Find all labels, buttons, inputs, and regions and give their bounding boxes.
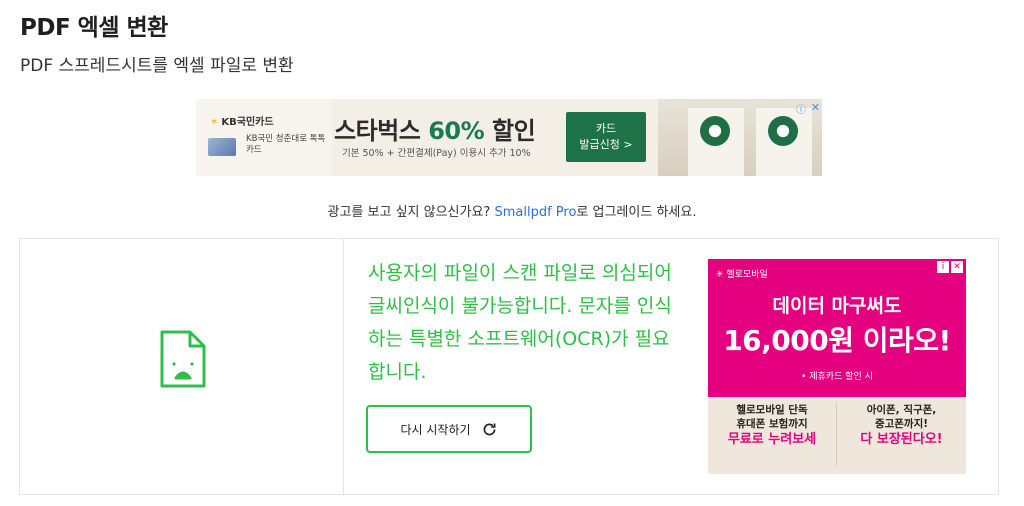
upgrade-prefix: 광고를 보고 싶지 않으신가요? <box>327 205 495 220</box>
side-ad-headline2: 16,000원 이라오! <box>723 324 951 357</box>
ad-close-icon[interactable]: ✕ <box>811 101 820 114</box>
page-title: PDF 엑셀 변환 <box>20 15 168 41</box>
upgrade-prompt: 광고를 보고 싶지 않으신가요? Smallpdf Pro로 업그레이드 하세요… <box>0 201 1024 220</box>
side-ad-info-icon[interactable]: i <box>937 261 949 273</box>
sad-file-icon <box>160 330 206 388</box>
side-ad-bottom-panel: 헬로모바일 단독 휴대폰 보험까지 무료로 누려보세 아이폰, 직구폰, 중고폰… <box>708 397 966 474</box>
side-ad-text: 휴대폰 보험까지 <box>736 418 808 430</box>
ad-subtext: 기본 50% + 간편결제(Pay) 이용시 추가 10% <box>342 148 531 159</box>
side-ad-note: • 제휴카드 할인 시 <box>801 372 873 382</box>
ad-headline-pre: 스타벅스 <box>334 117 429 145</box>
starbucks-logo-icon <box>768 116 798 146</box>
top-ad-banner[interactable]: ✶ KB국민카드 KB국민 청춘대로 톡톡카드 스타벅스 60% 할인 기본 50… <box>196 99 822 176</box>
side-ad-headline1: 데이터 마구써도 <box>772 295 902 317</box>
result-card: 사용자의 파일이 스캔 파일로 의심되어 글씨인식이 불가능합니다. 문자를 인… <box>19 238 999 495</box>
ocr-error-message: 사용자의 파일이 스캔 파일로 의심되어 글씨인식이 불가능합니다. 문자를 인… <box>368 262 672 383</box>
side-ad-text: 헬로모바일 단독 <box>736 404 808 416</box>
ad-card-name: KB국민 청춘대로 톡톡카드 <box>246 134 326 155</box>
starbucks-logo-icon <box>700 116 730 146</box>
ad-cta-button[interactable]: 카드 발급신청 > <box>566 112 646 162</box>
ad-headline: 스타벅스 60% 할인 <box>334 111 536 146</box>
side-ad-column: 헬로모바일 단독 휴대폰 보험까지 무료로 누려보세 <box>708 403 837 467</box>
ad-cta-line2: 발급신청 > <box>579 138 633 151</box>
kb-brand-text: KB국민카드 <box>221 117 274 128</box>
side-ad-emphasis: 다 보장된다오! <box>860 432 943 447</box>
kb-star-icon: ✶ <box>210 117 219 128</box>
restart-button-label: 다시 시작하기 <box>400 422 471 437</box>
kb-logo: ✶ KB국민카드 <box>210 113 274 128</box>
coffee-cup-image <box>688 108 744 176</box>
side-ad-banner[interactable]: ✳ 헬로모바일 i ✕ 데이터 마구써도 16,000원 이라오! • 제휴카드… <box>708 259 966 474</box>
smallpdf-pro-link[interactable]: Smallpdf Pro <box>494 205 576 220</box>
refresh-icon <box>483 423 495 435</box>
page-subtitle: PDF 스프레드시트를 엑셀 파일로 변환 <box>20 56 294 76</box>
side-ad-text: 중고폰까지! <box>874 418 929 430</box>
ad-info-icon[interactable]: ⓘ <box>796 101 806 116</box>
side-ad-emphasis: 무료로 누려보세 <box>727 432 817 447</box>
credit-card-icon <box>208 138 236 156</box>
coffee-cup-image <box>756 108 812 176</box>
ad-card-panel: ✶ KB국민카드 KB국민 청춘대로 톡톡카드 <box>196 99 332 176</box>
ad-cta-line1: 카드 <box>595 122 617 135</box>
side-ad-column: 아이폰, 직구폰, 중고폰까지! 다 보장된다오! <box>837 403 966 447</box>
side-ad-brand: ✳ 헬로모바일 <box>716 270 768 280</box>
side-ad-text: 아이폰, 직구폰, <box>866 404 937 416</box>
side-ad-brand-text: 헬로모바일 <box>726 270 768 280</box>
ad-headline-post: 할인 <box>484 117 536 145</box>
file-preview-pane <box>20 239 344 494</box>
upgrade-suffix: 로 업그레이드 하세요. <box>576 205 697 220</box>
restart-button[interactable]: 다시 시작하기 <box>366 405 532 453</box>
ad-headline-percent: 60% <box>428 117 485 145</box>
side-ad-close-icon[interactable]: ✕ <box>951 261 963 273</box>
